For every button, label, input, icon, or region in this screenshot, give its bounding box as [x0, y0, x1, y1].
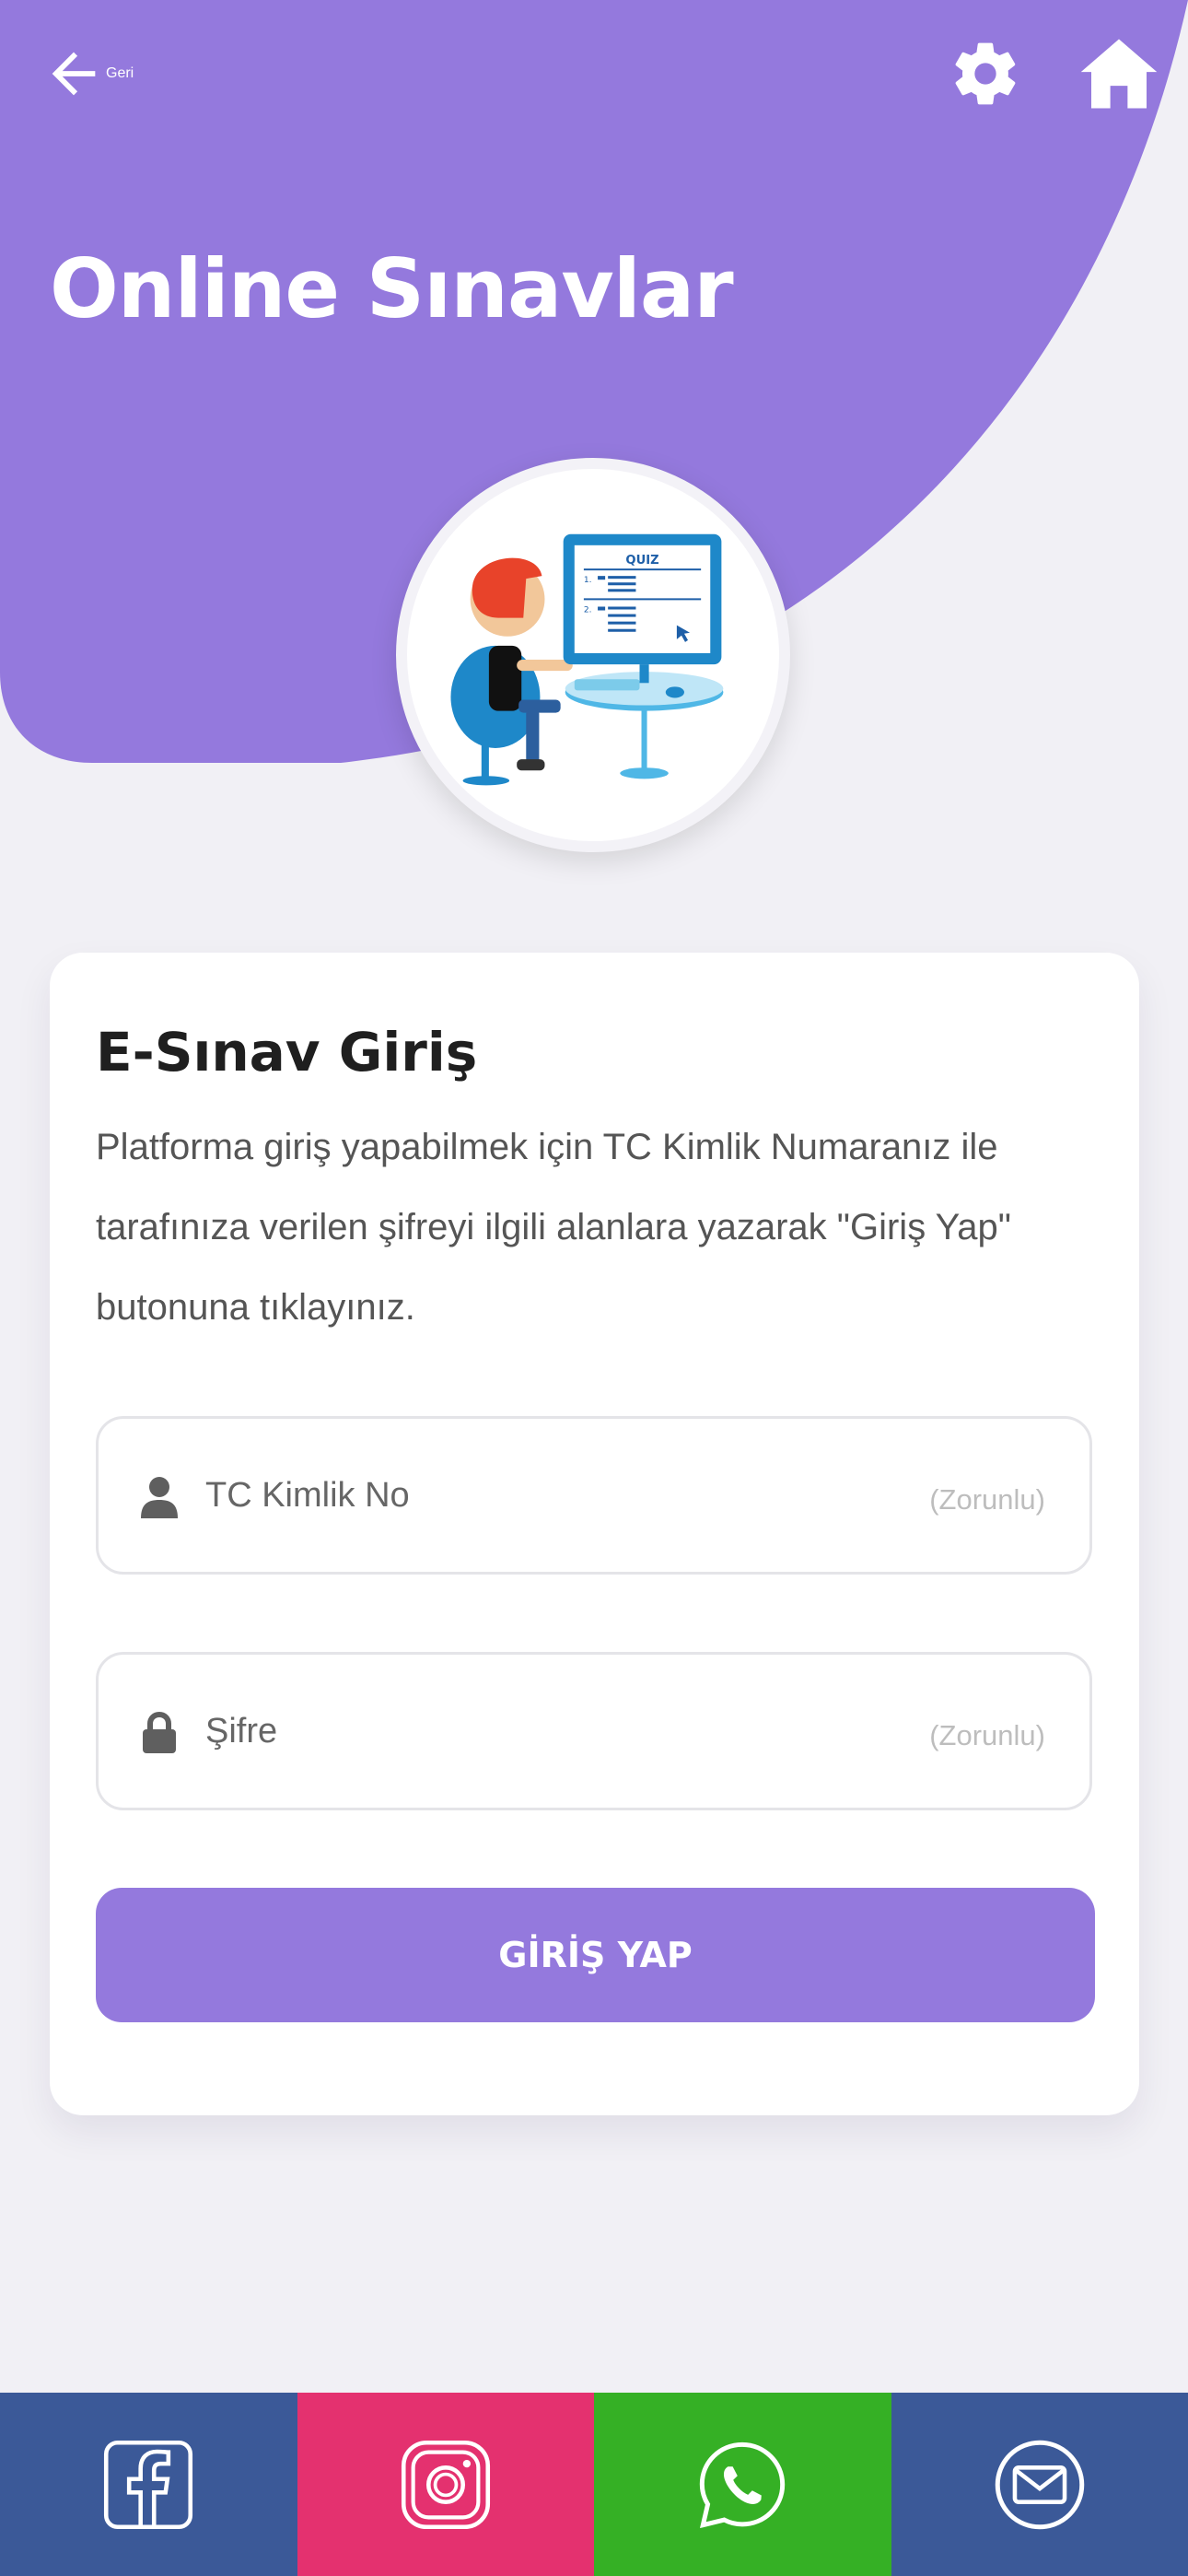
back-button[interactable]: Geri [41, 37, 134, 111]
quiz-label: QUIZ [625, 554, 658, 568]
arrow-left-icon [52, 52, 96, 96]
password-field[interactable]: Şifre (Zorunlu) [96, 1652, 1092, 1810]
top-bar: Geri [0, 0, 1188, 147]
tc-kimlik-field[interactable]: TC Kimlik No (Zorunlu) [96, 1416, 1092, 1575]
facebook-icon [104, 2440, 193, 2529]
whatsapp-button[interactable] [594, 2393, 891, 2576]
facebook-button[interactable] [0, 2393, 297, 2576]
login-card-description: Platforma giriş yapabilmek için TC Kimli… [96, 1127, 1011, 1328]
password-required-label: (Zorunlu) [929, 1719, 1045, 1751]
login-card: E-Sınav Giriş Platforma giriş yapabilmek… [50, 953, 1139, 2115]
user-icon [141, 1477, 178, 1518]
lock-icon [143, 1712, 176, 1753]
login-button-label: GİRİŞ YAP [498, 1935, 693, 1975]
login-button[interactable]: GİRİŞ YAP [96, 1888, 1095, 2022]
quiz-illustration-graphic: QUIZ 1. 2. [450, 533, 724, 786]
quiz-illustration: QUIZ 1. 2. [396, 458, 790, 852]
social-bar [0, 2393, 1188, 2576]
login-card-title: E-Sınav Giriş [96, 1021, 478, 1083]
whatsapp-icon [700, 2441, 786, 2528]
gear-icon[interactable] [949, 37, 1022, 111]
instagram-icon [401, 2440, 490, 2529]
instagram-button[interactable] [297, 2393, 594, 2576]
tc-kimlik-placeholder: TC Kimlik No [205, 1476, 410, 1515]
svg-text:1.: 1. [584, 576, 592, 585]
svg-text:2.: 2. [584, 606, 592, 615]
password-placeholder: Şifre [205, 1712, 278, 1751]
mail-button[interactable] [891, 2393, 1188, 2576]
tc-kimlik-required-label: (Zorunlu) [929, 1483, 1045, 1516]
home-icon[interactable] [1077, 35, 1160, 112]
back-label: Geri [106, 65, 134, 81]
page-title: Online Sınavlar [50, 241, 734, 336]
mail-icon [995, 2440, 1085, 2529]
